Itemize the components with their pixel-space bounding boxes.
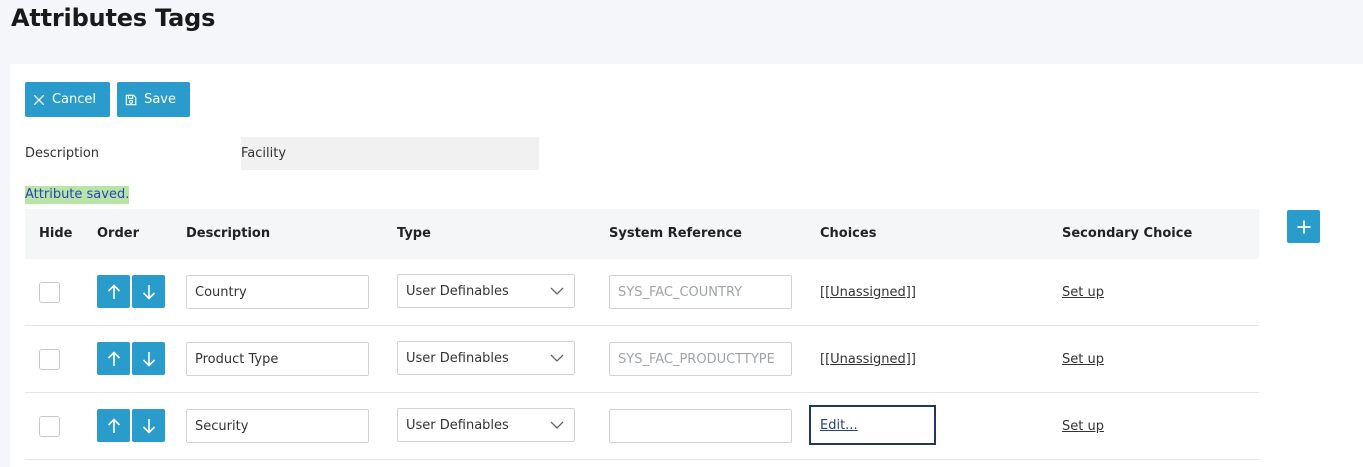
choices-link[interactable]: [[Unassigned]] (820, 352, 916, 367)
hide-checkbox[interactable] (39, 416, 60, 437)
table-row: Country User Definables SYS_FAC_COUNTRY … (25, 259, 1259, 326)
column-header-description: Description (186, 226, 271, 241)
column-header-type: Type (397, 226, 431, 241)
chevron-down-icon (550, 354, 564, 362)
arrow-down-icon (142, 284, 155, 300)
save-button-label: Save (144, 92, 176, 107)
floppy-disk-icon (125, 94, 137, 105)
description-field-value: Product Type (195, 351, 279, 367)
hide-checkbox[interactable] (39, 282, 60, 303)
secondary-choice-setup-link[interactable]: Set up (1062, 285, 1104, 300)
chevron-down-icon (550, 287, 564, 295)
arrow-up-icon (107, 283, 120, 299)
move-up-button[interactable] (97, 342, 130, 375)
system-reference-value: SYS_FAC_PRODUCTTYPE (618, 351, 775, 367)
arrow-up-icon (107, 350, 120, 366)
editor-panel: Cancel Save Description Attribute saved.… (10, 64, 1363, 467)
cancel-button[interactable]: Cancel (25, 82, 110, 117)
choices-edit-box[interactable]: Edit... (809, 405, 936, 445)
table-header: Hide Order Description Type System Refer… (25, 209, 1259, 259)
system-reference-field[interactable]: SYS_FAC_PRODUCTTYPE (609, 342, 792, 376)
system-reference-value: SYS_FAC_COUNTRY (618, 284, 743, 300)
hide-checkbox[interactable] (39, 349, 60, 370)
column-header-hide: Hide (39, 226, 73, 241)
chevron-down-icon (550, 421, 564, 429)
table-row: Product Type User Definables SYS_FAC_PRO… (25, 326, 1259, 393)
column-header-system-reference: System Reference (609, 226, 742, 241)
move-down-button[interactable] (132, 342, 165, 375)
move-down-button[interactable] (132, 409, 165, 442)
type-select[interactable]: User Definables (397, 408, 575, 442)
add-attribute-button[interactable] (1287, 210, 1320, 243)
description-field-value: Security (195, 418, 249, 434)
type-select-value: User Definables (406, 350, 509, 366)
system-reference-field[interactable] (609, 409, 792, 443)
type-select[interactable]: User Definables (397, 274, 575, 308)
save-button[interactable]: Save (117, 82, 190, 117)
system-reference-field[interactable]: SYS_FAC_COUNTRY (609, 275, 792, 309)
cancel-button-label: Cancel (51, 92, 96, 107)
move-up-button[interactable] (97, 275, 130, 308)
description-input[interactable] (241, 137, 539, 170)
type-select-value: User Definables (406, 417, 509, 433)
description-field[interactable]: Security (186, 409, 369, 443)
choices-link[interactable]: [[Unassigned]] (820, 285, 916, 300)
column-header-choices: Choices (820, 226, 877, 241)
arrow-up-icon (107, 417, 120, 433)
choices-edit-link[interactable]: Edit... (820, 418, 858, 433)
secondary-choice-setup-link[interactable]: Set up (1062, 352, 1104, 367)
close-icon (33, 94, 45, 105)
column-header-order: Order (97, 226, 139, 241)
table-row: Security User Definables Edit... Set up (25, 393, 1259, 460)
description-label: Description (25, 146, 100, 161)
page-title: Attributes Tags (11, 4, 216, 32)
move-up-button[interactable] (97, 409, 130, 442)
column-header-secondary-choice: Secondary Choice (1062, 226, 1193, 241)
description-field[interactable]: Country (186, 275, 369, 309)
description-field[interactable]: Product Type (186, 342, 369, 376)
plus-icon (1297, 220, 1310, 233)
description-field-value: Country (195, 284, 247, 300)
secondary-choice-setup-link[interactable]: Set up (1062, 419, 1104, 434)
arrow-down-icon (142, 418, 155, 434)
type-select-value: User Definables (406, 283, 509, 299)
move-down-button[interactable] (132, 275, 165, 308)
type-select[interactable]: User Definables (397, 341, 575, 375)
arrow-down-icon (142, 351, 155, 367)
status-message: Attribute saved. (25, 186, 130, 204)
